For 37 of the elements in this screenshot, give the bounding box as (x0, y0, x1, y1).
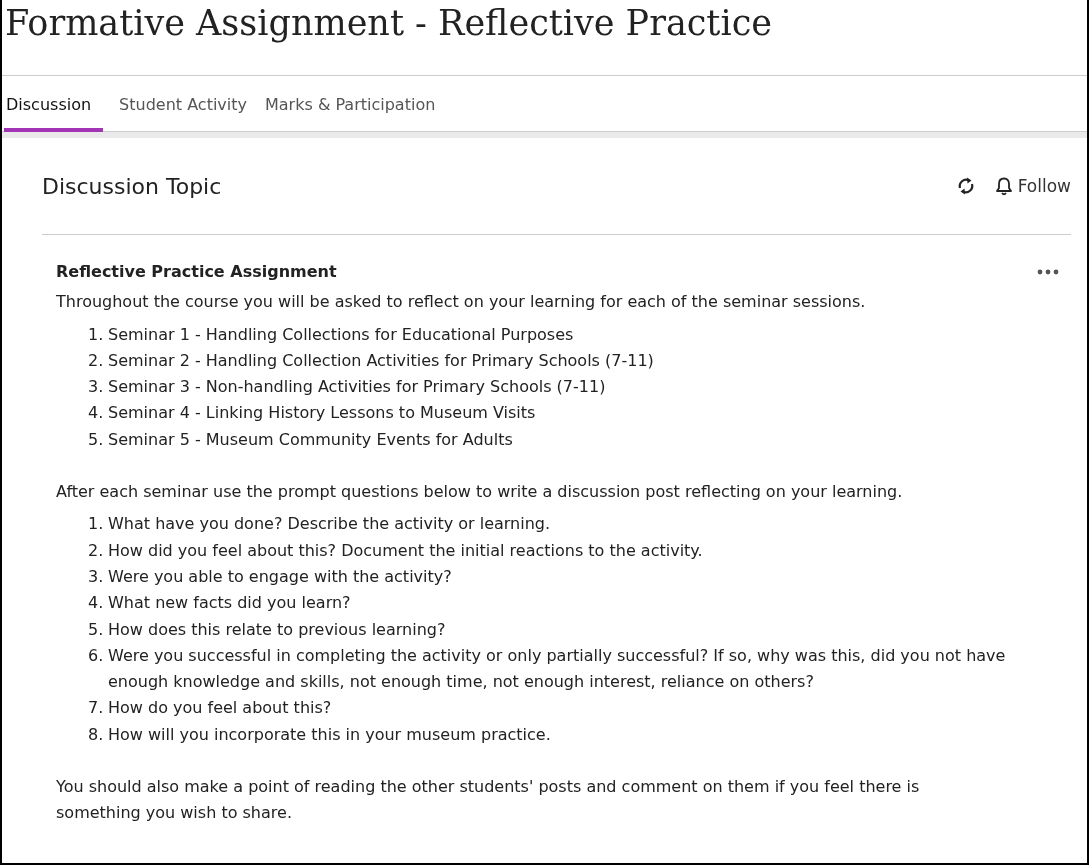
post-title: Reflective Practice Assignment (56, 261, 337, 283)
bell-icon (993, 176, 1014, 196)
list-item: What new facts did you learn? (108, 592, 351, 615)
list-item: How will you incorporate this in your museum practice. (108, 723, 551, 746)
list-number: 6. (88, 644, 104, 667)
paragraph: After each seminar use the prompt questions below to write a discussion post reflecting on your learning. (56, 481, 904, 504)
list-item: Seminar 4 - Linking History Lessons to Museum Visits (108, 402, 536, 425)
list-item: Were you successful in completing the activity or only partially successful? If so, why was this, did you not have enough knowledge and skills, not enough time, not enough interest, reliance on others? (108, 644, 1007, 694)
list-number: 8. (88, 723, 104, 746)
paragraph: Throughout the course you will be asked to reflect on your learning for each of the seminar sessions. (56, 291, 867, 314)
list-number: 3. (88, 376, 104, 399)
list-number: 4. (88, 592, 104, 615)
list-number: 2. (88, 349, 104, 372)
list-item: What have you done? Describe the activity or learning. (108, 513, 551, 536)
more-options-icon[interactable] (1037, 269, 1059, 276)
tab[interactable]: Student Activity (117, 76, 249, 132)
list-number: 5. (88, 618, 104, 641)
follow-button[interactable]: Follow (993, 176, 1071, 196)
list-item: How do you feel about this? (108, 697, 332, 720)
list-number: 1. (88, 323, 104, 346)
tab[interactable]: Marks & Participation (263, 76, 438, 132)
list-number: 2. (88, 539, 104, 562)
list-item: Were you able to engage with the activity? (108, 565, 452, 588)
list-item: Seminar 2 - Handling Collection Activities for Primary Schools (7-11) (108, 349, 654, 372)
page-title: Formative Assignment - Reflective Practice (2, 0, 1087, 76)
list-number: 1. (88, 513, 104, 536)
list-item: Seminar 1 - Handling Collections for Educational Purposes (108, 323, 574, 346)
paragraph: You should also make a point of reading the other students' posts and comment on them if you feel there is something you wish to share. (56, 776, 921, 825)
list-number: 3. (88, 565, 104, 588)
list-item: How did you feel about this? Document the initial reactions to the activity. (108, 539, 703, 562)
list-number: 4. (88, 402, 104, 425)
list-number: 7. (88, 697, 104, 720)
topic-heading: Discussion Topic (42, 173, 223, 199)
list-number: 5. (88, 428, 104, 451)
list-item: How does this relate to previous learning? (108, 618, 446, 641)
list-item: Seminar 5 - Museum Community Events for Adults (108, 428, 513, 451)
list-item: Seminar 3 - Non-handling Activities for Primary Schools (7-11) (108, 376, 606, 399)
